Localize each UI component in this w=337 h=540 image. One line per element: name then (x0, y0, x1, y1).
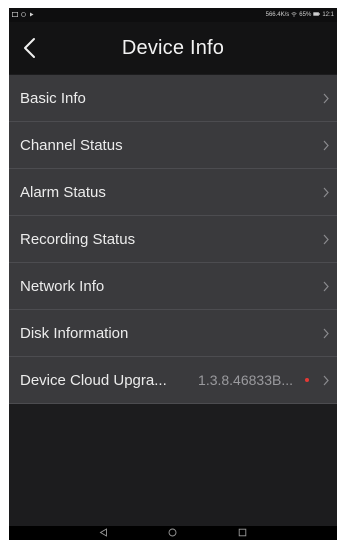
image-icon (12, 11, 19, 19)
status-right: 566.4K/s 65% 12:1 (265, 11, 334, 19)
nav-back-button[interactable] (99, 524, 108, 540)
notification-icon (21, 11, 26, 19)
triangle-back-icon (99, 528, 108, 537)
status-left-icons (12, 11, 34, 19)
network-speed: 566.4K/s (265, 12, 290, 18)
chevron-right-icon (321, 373, 331, 387)
update-available-badge (305, 378, 309, 382)
clock: 12:1 (322, 12, 334, 18)
chevron-right-icon (321, 279, 331, 293)
menu-item-alarm-status[interactable]: Alarm Status (9, 169, 337, 216)
menu-item-recording-status[interactable]: Recording Status (9, 216, 337, 263)
menu-item-disk-information[interactable]: Disk Information (9, 310, 337, 357)
chevron-right-icon (321, 232, 331, 246)
nav-recents-button[interactable] (238, 524, 247, 540)
square-recents-icon (238, 528, 247, 537)
nav-home-button[interactable] (168, 524, 177, 540)
wifi-icon (291, 11, 297, 19)
chevron-right-icon (321, 91, 331, 105)
play-icon (29, 12, 34, 19)
back-button[interactable] (17, 34, 43, 62)
firmware-version: 1.3.8.46833B... (198, 372, 293, 388)
chevron-right-icon (321, 138, 331, 152)
menu-item-label: Recording Status (20, 230, 136, 248)
chevron-right-icon (321, 326, 331, 340)
circle-home-icon (169, 528, 177, 537)
menu-item-label: Network Info (20, 277, 105, 295)
menu-item-label: Device Cloud Upgra... (20, 371, 167, 389)
device-info-menu: Basic Info Channel Status Alarm Status R… (9, 75, 337, 404)
menu-item-device-cloud-upgrade[interactable]: Device Cloud Upgra... 1.3.8.46833B... (9, 357, 337, 404)
status-bar: 566.4K/s 65% 12:1 (9, 8, 337, 22)
battery-level: 65% (299, 12, 312, 18)
menu-item-label: Alarm Status (20, 183, 106, 201)
chevron-right-icon (321, 185, 331, 199)
page-title: Device Info (121, 36, 225, 59)
app-screen: 566.4K/s 65% 12:1 Device Info Basic Info (9, 8, 337, 540)
chevron-left-icon (24, 38, 35, 58)
menu-item-label: Basic Info (20, 89, 86, 107)
menu-item-basic-info[interactable]: Basic Info (9, 75, 337, 122)
menu-item-label: Channel Status (20, 136, 123, 154)
menu-item-network-info[interactable]: Network Info (9, 263, 337, 310)
system-nav-bar (9, 526, 337, 540)
battery-icon (313, 12, 321, 18)
menu-item-label: Disk Information (20, 324, 129, 342)
menu-item-channel-status[interactable]: Channel Status (9, 122, 337, 169)
header-bar: Device Info (9, 22, 337, 74)
